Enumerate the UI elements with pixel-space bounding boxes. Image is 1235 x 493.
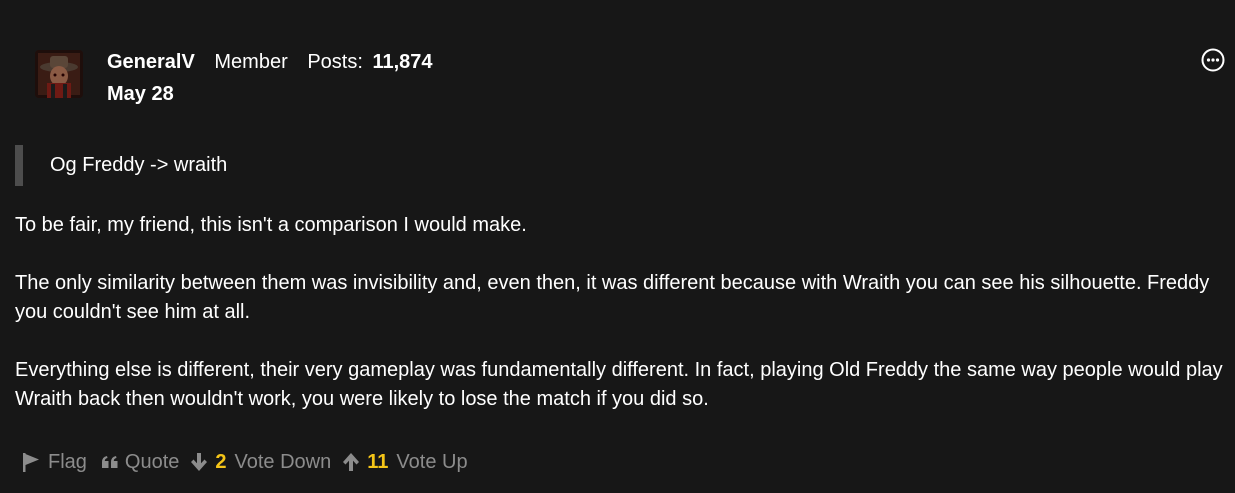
quote-icon: [101, 456, 118, 468]
post-paragraph-3: Everything else is different, their very…: [15, 359, 1223, 410]
vote-up-label: Vote Up: [396, 450, 468, 473]
quote-bar: [15, 145, 23, 186]
vote-down-button[interactable]: 2 Vote Down: [189, 451, 331, 474]
author-info: GeneralV Member Posts: 11,874: [107, 50, 433, 74]
flag-icon: [23, 453, 39, 472]
author-role: Member: [214, 51, 288, 73]
blockquote: Og Freddy -> wraith: [15, 145, 615, 186]
flag-button[interactable]: Flag: [20, 451, 87, 474]
author-name[interactable]: GeneralV: [107, 51, 195, 73]
vote-up-button[interactable]: 11 Vote Up: [341, 450, 468, 474]
flag-label: Flag: [48, 450, 87, 473]
vote-down-count: 2: [215, 450, 227, 473]
vote-down-label: Vote Down: [234, 450, 332, 473]
vote-up-count: 11: [367, 450, 389, 473]
posts-count: 11,874: [372, 51, 433, 73]
quote-text: Og Freddy -> wraith: [50, 154, 228, 176]
quote-label: Quote: [124, 450, 180, 473]
post-date[interactable]: May 28: [107, 82, 174, 106]
arrow-up-icon: [343, 453, 360, 471]
avatar[interactable]: [35, 50, 83, 98]
forum-post: GeneralV Member Posts: 11,874 May 28 Og …: [0, 0, 1235, 493]
post-paragraph-1: To be fair, my friend, this isn't a comp…: [15, 214, 527, 236]
posts-label: Posts:: [307, 51, 363, 73]
more-options-icon: [1201, 48, 1225, 72]
post-actions: Flag Quote 2 Vote Down 11 Vote Up: [20, 448, 468, 476]
more-options-button[interactable]: [1201, 48, 1225, 72]
avatar-image: [35, 50, 83, 98]
arrow-down-icon: [191, 453, 208, 471]
post-paragraph-2: The only similarity between them was inv…: [15, 272, 1210, 323]
quote-button[interactable]: Quote: [101, 451, 179, 474]
